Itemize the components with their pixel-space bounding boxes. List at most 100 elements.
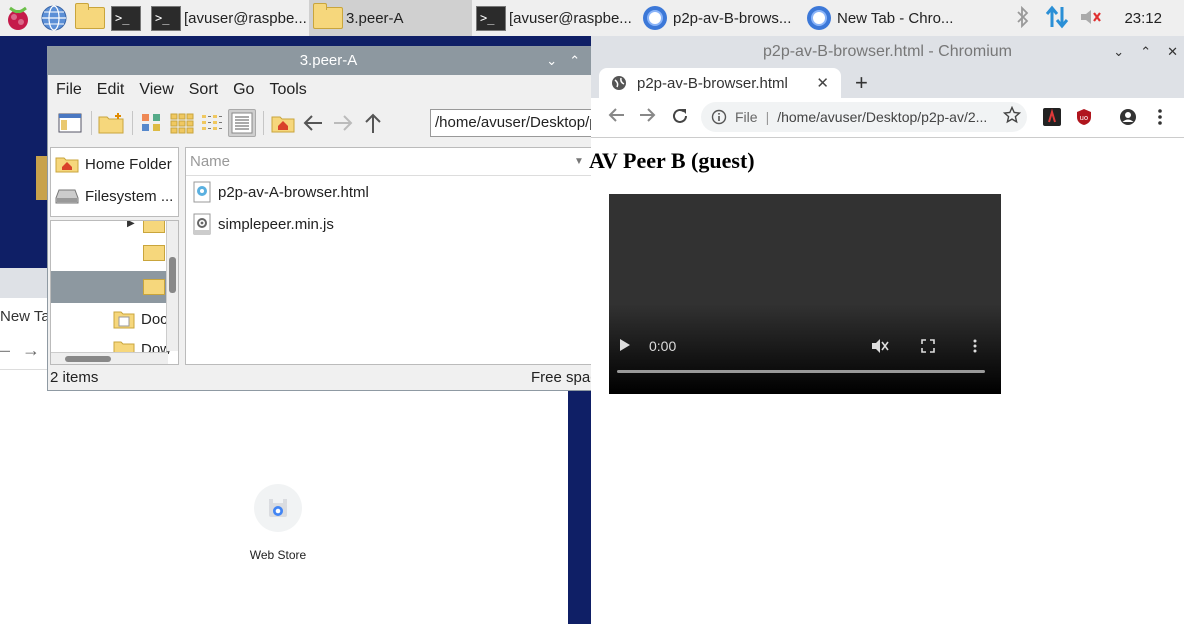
maximize-icon[interactable]: ⌃ [1140,36,1151,68]
mute-button[interactable] [871,338,889,357]
address-bar[interactable]: File | /home/avuser/Desktop/p2p-av/2... [701,102,1027,132]
chromium-titlebar[interactable]: p2p-av-B-browser.html - Chromium ⌄ ⌃ ✕ [591,36,1184,68]
taskbar: >_ >_ [avuser@raspbe... 3.peer-A >_ [avu… [0,0,1184,36]
menu-go[interactable]: Go [233,81,254,99]
forward-icon[interactable]: → [22,340,40,361]
menu-edit[interactable]: Edit [97,81,125,99]
web-store-shortcut[interactable]: Web Store [236,484,320,562]
forward-icon[interactable] [639,107,657,128]
minimize-icon[interactable]: ⌄ [546,47,557,75]
list-view-icon [231,112,253,134]
menu-file[interactable]: File [56,81,82,99]
place-filesystem[interactable]: Filesystem ... [51,180,178,212]
window-title: p2p-av-B-browser.html - Chromium [763,43,1012,60]
tree-row[interactable]: Doc [51,303,178,335]
thumbnail-view-icon [170,113,194,134]
new-folder-button[interactable] [97,109,125,137]
svg-text:uo: uo [1080,114,1089,122]
path-bar[interactable]: /home/avuser/Desktop/p [430,109,615,137]
system-tray: 23:12 [1008,0,1184,36]
tree-row-selected[interactable] [51,271,178,303]
thumbnail-view-button[interactable] [168,109,196,137]
browser-menu-icon[interactable] [1157,108,1163,126]
icon-view-button[interactable] [138,109,166,137]
file-list: Name ▼ Si p2p-av-A-browser.html simplepe… [185,147,611,365]
home-button[interactable] [269,109,297,137]
menu-tools[interactable]: Tools [269,81,306,99]
back-icon[interactable]: – [0,340,10,361]
tab-peer-b[interactable]: p2p-av-B-browser.html ✕ [599,68,841,98]
bookmark-star-icon[interactable] [1002,105,1022,129]
close-icon[interactable]: ✕ [1167,36,1178,68]
ublock-icon[interactable]: uo [1075,108,1093,126]
column-name[interactable]: Name [190,153,230,170]
tree-row[interactable] [51,239,178,271]
home-icon [271,116,295,133]
more-options-button[interactable] [973,338,977,357]
sort-down-icon[interactable]: ▼ [574,156,584,167]
minimize-icon[interactable]: ⌄ [1113,36,1124,68]
up-button[interactable] [359,109,387,137]
tree-horizontal-scrollbar[interactable] [51,352,168,364]
documents-folder-icon [113,311,135,329]
terminal-launcher-icon[interactable]: >_ [108,0,144,36]
tab-new-tab[interactable]: New Ta [0,308,50,325]
video-progress-bar[interactable] [617,370,985,373]
task-terminal-2[interactable]: >_ [avuser@raspbe... [472,0,636,36]
new-tab-button[interactable]: + [855,68,868,98]
task-chromium-peer-b[interactable]: p2p-av-B-brows... [636,0,800,36]
file-row[interactable]: simplepeer.min.js 93 [186,208,610,240]
network-icon[interactable] [1038,5,1076,32]
profile-avatar-icon[interactable] [1119,108,1137,126]
icon-view-icon [142,114,160,131]
back-arrow-icon [303,115,322,131]
volume-muted-icon[interactable] [1076,7,1106,30]
play-button[interactable] [619,338,631,355]
folder-icon [143,245,165,261]
tree-vertical-scrollbar[interactable] [166,221,178,351]
task-file-manager[interactable]: 3.peer-A [309,0,472,36]
compact-view-button[interactable] [198,109,226,137]
scheme-label: File [735,109,758,125]
chromium-window: p2p-av-B-browser.html - Chromium ⌄ ⌃ ✕ p… [589,36,1184,624]
new-window-button[interactable] [56,109,84,137]
place-home-folder[interactable]: Home Folder [51,148,178,180]
list-view-button[interactable] [228,109,256,137]
file-manager-toolbar: /home/avuser/Desktop/p [48,105,615,141]
status-bar: 2 items Free space: [48,367,610,389]
tree-row[interactable]: ▶ [51,221,178,239]
expander-icon[interactable]: ▶ [127,221,135,229]
reload-icon[interactable] [671,107,689,130]
file-row[interactable]: p2p-av-A-browser.html [186,176,610,208]
task-terminal-1[interactable]: >_ [avuser@raspbe... [147,0,309,36]
extension-red-icon[interactable] [1043,108,1061,126]
forward-button[interactable] [329,109,357,137]
toolbar-separator [132,111,133,135]
raspberry-menu-icon[interactable] [0,0,36,36]
task-label: New Tab - Chro... [837,9,954,27]
clock[interactable]: 23:12 [1106,10,1184,27]
folder-icon [143,279,165,295]
video-player[interactable]: 0:00 [609,194,1001,394]
tab-close-icon[interactable]: ✕ [816,74,829,92]
web-browser-launcher-icon[interactable] [36,0,72,36]
scrollbar-thumb[interactable] [169,257,176,293]
back-icon[interactable] [607,107,625,128]
bluetooth-icon[interactable] [1008,5,1038,31]
file-manager-titlebar[interactable]: 3.peer-A ⌄ ⌃ ✕ [48,47,609,75]
forward-arrow-icon [334,115,353,131]
menu-view[interactable]: View [139,81,173,99]
menu-sort[interactable]: Sort [189,81,218,99]
file-manager-launcher-icon[interactable] [72,0,108,36]
browser-toolbar: File | /home/avuser/Desktop/p2p-av/2... … [591,98,1184,138]
terminal-icon: >_ [476,5,506,31]
back-button[interactable] [299,109,327,137]
scrollbar-thumb[interactable] [65,356,111,362]
maximize-icon[interactable]: ⌃ [569,47,580,75]
window-title: 3.peer-A [299,52,358,69]
fullscreen-button[interactable] [921,339,935,356]
info-icon [711,109,727,125]
place-label: Home Folder [85,155,172,173]
file-list-header: Name ▼ Si [186,148,610,176]
task-chromium-new-tab[interactable]: New Tab - Chro... [800,0,960,36]
